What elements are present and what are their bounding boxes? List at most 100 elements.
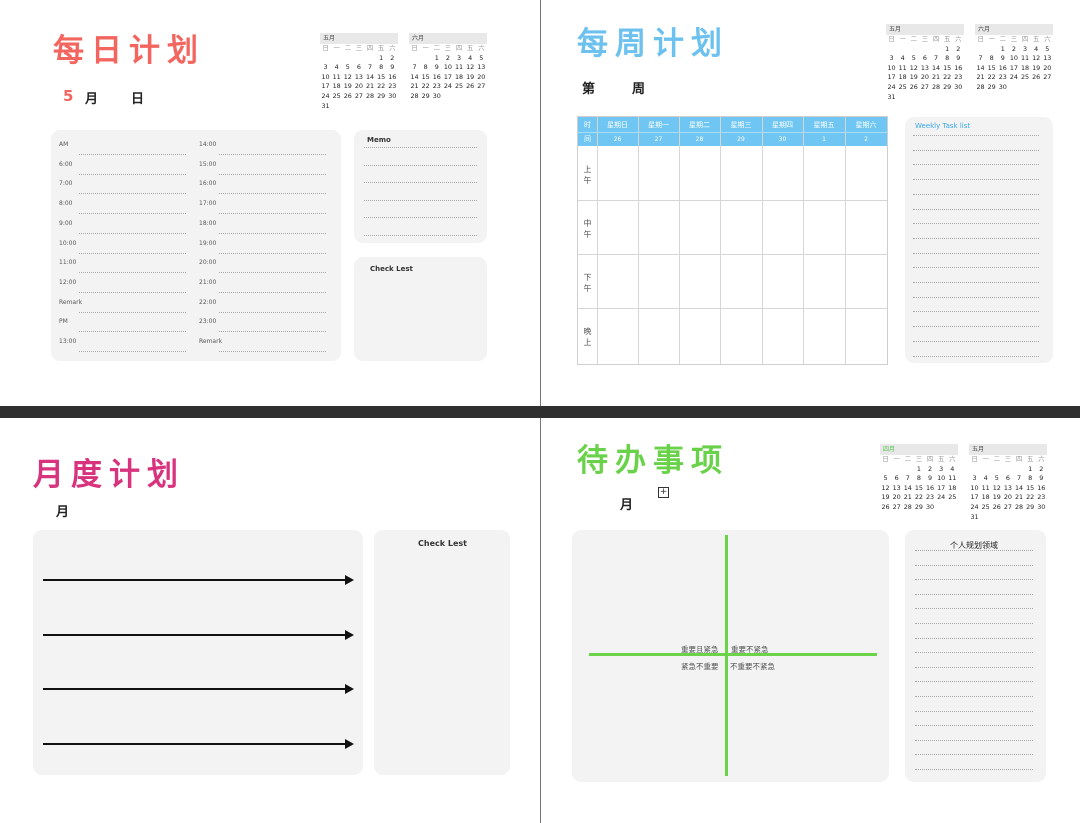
calendar-day[interactable]: 25	[454, 82, 465, 92]
calendar-day[interactable]: 9	[431, 63, 442, 73]
task-line[interactable]	[913, 237, 1039, 239]
calendar-day[interactable]	[420, 54, 431, 64]
planning-line[interactable]	[915, 608, 1033, 610]
calendar-day[interactable]	[331, 54, 342, 64]
calendar-day[interactable]: 10	[320, 73, 331, 83]
calendar-day[interactable]: 17	[886, 73, 897, 83]
calendar-day[interactable]	[942, 93, 953, 103]
calendar-day[interactable]: 1	[997, 45, 1008, 55]
calendar-day[interactable]: 18	[1020, 64, 1031, 74]
calendar-day[interactable]: 25	[897, 83, 908, 93]
calendar-day[interactable]: 29	[913, 503, 924, 513]
calendar-day[interactable]: 23	[925, 493, 936, 503]
memo-line[interactable]	[364, 182, 477, 183]
task-line[interactable]	[913, 267, 1039, 269]
calendar-day[interactable]: 29	[420, 92, 431, 102]
calendar-day[interactable]	[991, 465, 1002, 475]
calendar-day[interactable]: 24	[442, 82, 453, 92]
calendar-day[interactable]: 20	[476, 73, 487, 83]
calendar-day[interactable]: 3	[936, 465, 947, 475]
calendar-day[interactable]: 21	[931, 73, 942, 83]
calendar-day[interactable]: 15	[986, 64, 997, 74]
time-slot-line[interactable]	[219, 272, 326, 274]
calendar-day[interactable]	[1008, 83, 1019, 93]
time-slot-line[interactable]	[219, 154, 326, 155]
calendar-day[interactable]	[902, 465, 913, 475]
calendar-day[interactable]	[342, 54, 353, 64]
calendar-day[interactable]	[947, 503, 958, 513]
calendar-day[interactable]: 4	[465, 54, 476, 64]
calendar-day[interactable]: 8	[942, 54, 953, 64]
time-slot-line[interactable]	[79, 154, 186, 155]
calendar-day[interactable]	[931, 45, 942, 55]
planning-line[interactable]	[915, 579, 1033, 581]
calendar-day[interactable]: 3	[454, 54, 465, 64]
calendar-day[interactable]: 3	[320, 63, 331, 73]
calendar-day[interactable]: 14	[365, 73, 376, 83]
calendar-day[interactable]: 28	[931, 83, 942, 93]
calendar-day[interactable]: 11	[947, 474, 958, 484]
calendar-day[interactable]: 9	[925, 474, 936, 484]
calendar-day[interactable]: 25	[1020, 73, 1031, 83]
task-line[interactable]	[913, 252, 1039, 254]
calendar-day[interactable]	[953, 93, 964, 103]
calendar-day[interactable]: 27	[1002, 503, 1013, 513]
calendar-day[interactable]: 8	[913, 474, 924, 484]
calendar-day[interactable]	[1002, 465, 1013, 475]
calendar-day[interactable]: 30	[431, 92, 442, 102]
calendar-day[interactable]	[1025, 513, 1036, 523]
time-slot-line[interactable]	[219, 232, 326, 234]
memo-line[interactable]	[364, 234, 477, 236]
calendar-day[interactable]: 2	[953, 45, 964, 55]
calendar-day[interactable]	[353, 102, 364, 112]
planning-line[interactable]	[915, 739, 1033, 741]
planning-line[interactable]	[915, 769, 1033, 770]
time-slot-line[interactable]	[79, 331, 186, 333]
task-line[interactable]	[913, 208, 1039, 210]
time-slot-line[interactable]	[219, 291, 326, 293]
calendar-day[interactable]: 20	[919, 73, 930, 83]
calendar-day[interactable]: 17	[442, 73, 453, 83]
planning-line[interactable]	[915, 623, 1033, 624]
calendar-day[interactable]: 5	[880, 474, 891, 484]
calendar-day[interactable]: 14	[931, 64, 942, 74]
calendar-day[interactable]: 21	[409, 82, 420, 92]
calendar-day[interactable]	[908, 93, 919, 103]
calendar-day[interactable]: 4	[947, 465, 958, 475]
calendar-day[interactable]: 13	[476, 63, 487, 73]
calendar-day[interactable]: 1	[942, 45, 953, 55]
calendar-day[interactable]: 23	[997, 73, 1008, 83]
calendar-day[interactable]	[365, 102, 376, 112]
calendar-day[interactable]: 10	[936, 474, 947, 484]
calendar-day[interactable]: 15	[942, 64, 953, 74]
task-line[interactable]	[913, 326, 1039, 328]
calendar-day[interactable]: 19	[991, 493, 1002, 503]
calendar-day[interactable]: 29	[986, 83, 997, 93]
calendar-day[interactable]: 27	[1042, 73, 1053, 83]
calendar-day[interactable]: 8	[420, 63, 431, 73]
calendar-day[interactable]: 22	[913, 493, 924, 503]
calendar-day[interactable]: 31	[969, 513, 980, 523]
planning-line[interactable]	[915, 710, 1033, 712]
calendar-day[interactable]: 5	[908, 54, 919, 64]
calendar-day[interactable]: 6	[919, 54, 930, 64]
calendar-day[interactable]: 2	[1036, 465, 1047, 475]
calendar-day[interactable]	[442, 92, 453, 102]
calendar-day[interactable]: 20	[1042, 64, 1053, 74]
calendar-day[interactable]: 19	[880, 493, 891, 503]
calendar-day[interactable]	[353, 54, 364, 64]
calendar-day[interactable]: 24	[969, 503, 980, 513]
calendar-day[interactable]	[969, 465, 980, 475]
time-slot-line[interactable]	[79, 311, 186, 313]
calendar-day[interactable]	[931, 93, 942, 103]
calendar-day[interactable]	[365, 54, 376, 64]
calendar-day[interactable]: 11	[331, 73, 342, 83]
calendar-day[interactable]	[1014, 513, 1025, 523]
planning-line[interactable]	[915, 666, 1033, 668]
calendar-day[interactable]: 5	[1042, 45, 1053, 55]
calendar-day[interactable]: 14	[902, 484, 913, 494]
calendar-day[interactable]: 12	[342, 73, 353, 83]
calendar-day[interactable]: 21	[975, 73, 986, 83]
task-line[interactable]	[913, 340, 1039, 342]
calendar-day[interactable]: 16	[997, 64, 1008, 74]
